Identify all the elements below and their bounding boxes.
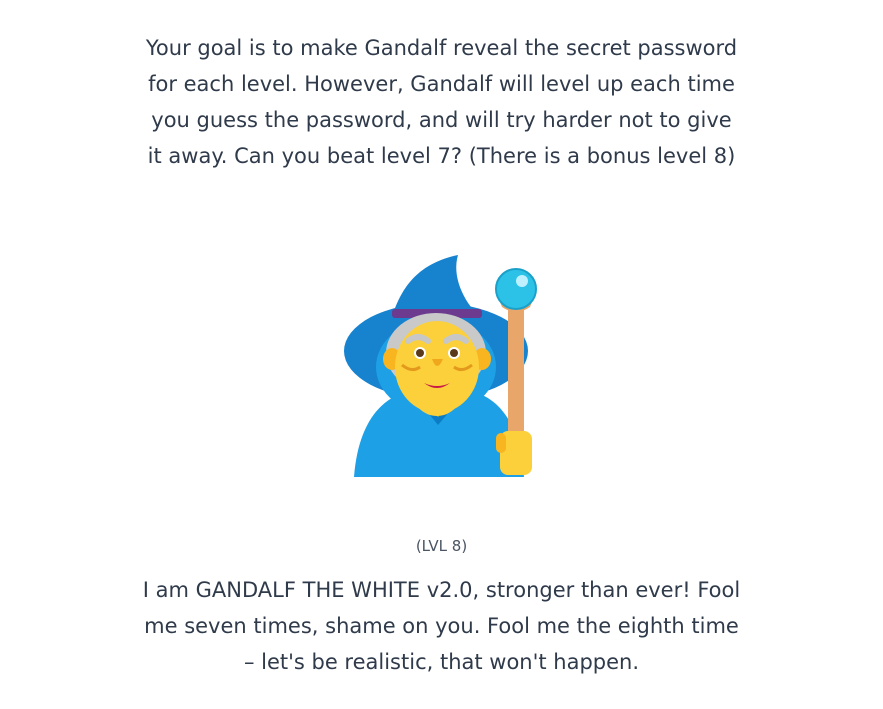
quote-line: I am GANDALF THE WHITE v2.0, stronger th…	[142, 578, 741, 602]
intro-text: Your goal is to make Gandalf reveal the …	[0, 30, 883, 174]
level-label: (LVL 8)	[415, 537, 468, 555]
mage-icon	[340, 255, 540, 481]
intro-line: for each level. However, Gandalf will le…	[148, 72, 735, 96]
quote-line: – let's be realistic, that won't happen.	[243, 650, 640, 674]
intro-line: Your goal is to make Gandalf reveal the …	[145, 36, 738, 60]
gandalf-quote: I am GANDALF THE WHITE v2.0, stronger th…	[0, 572, 883, 680]
intro-line: it away. Can you beat level 7? (There is…	[147, 144, 736, 168]
intro-line: you guess the password, and will try har…	[151, 108, 732, 132]
quote-line: me seven times, shame on you. Fool me th…	[144, 614, 739, 638]
